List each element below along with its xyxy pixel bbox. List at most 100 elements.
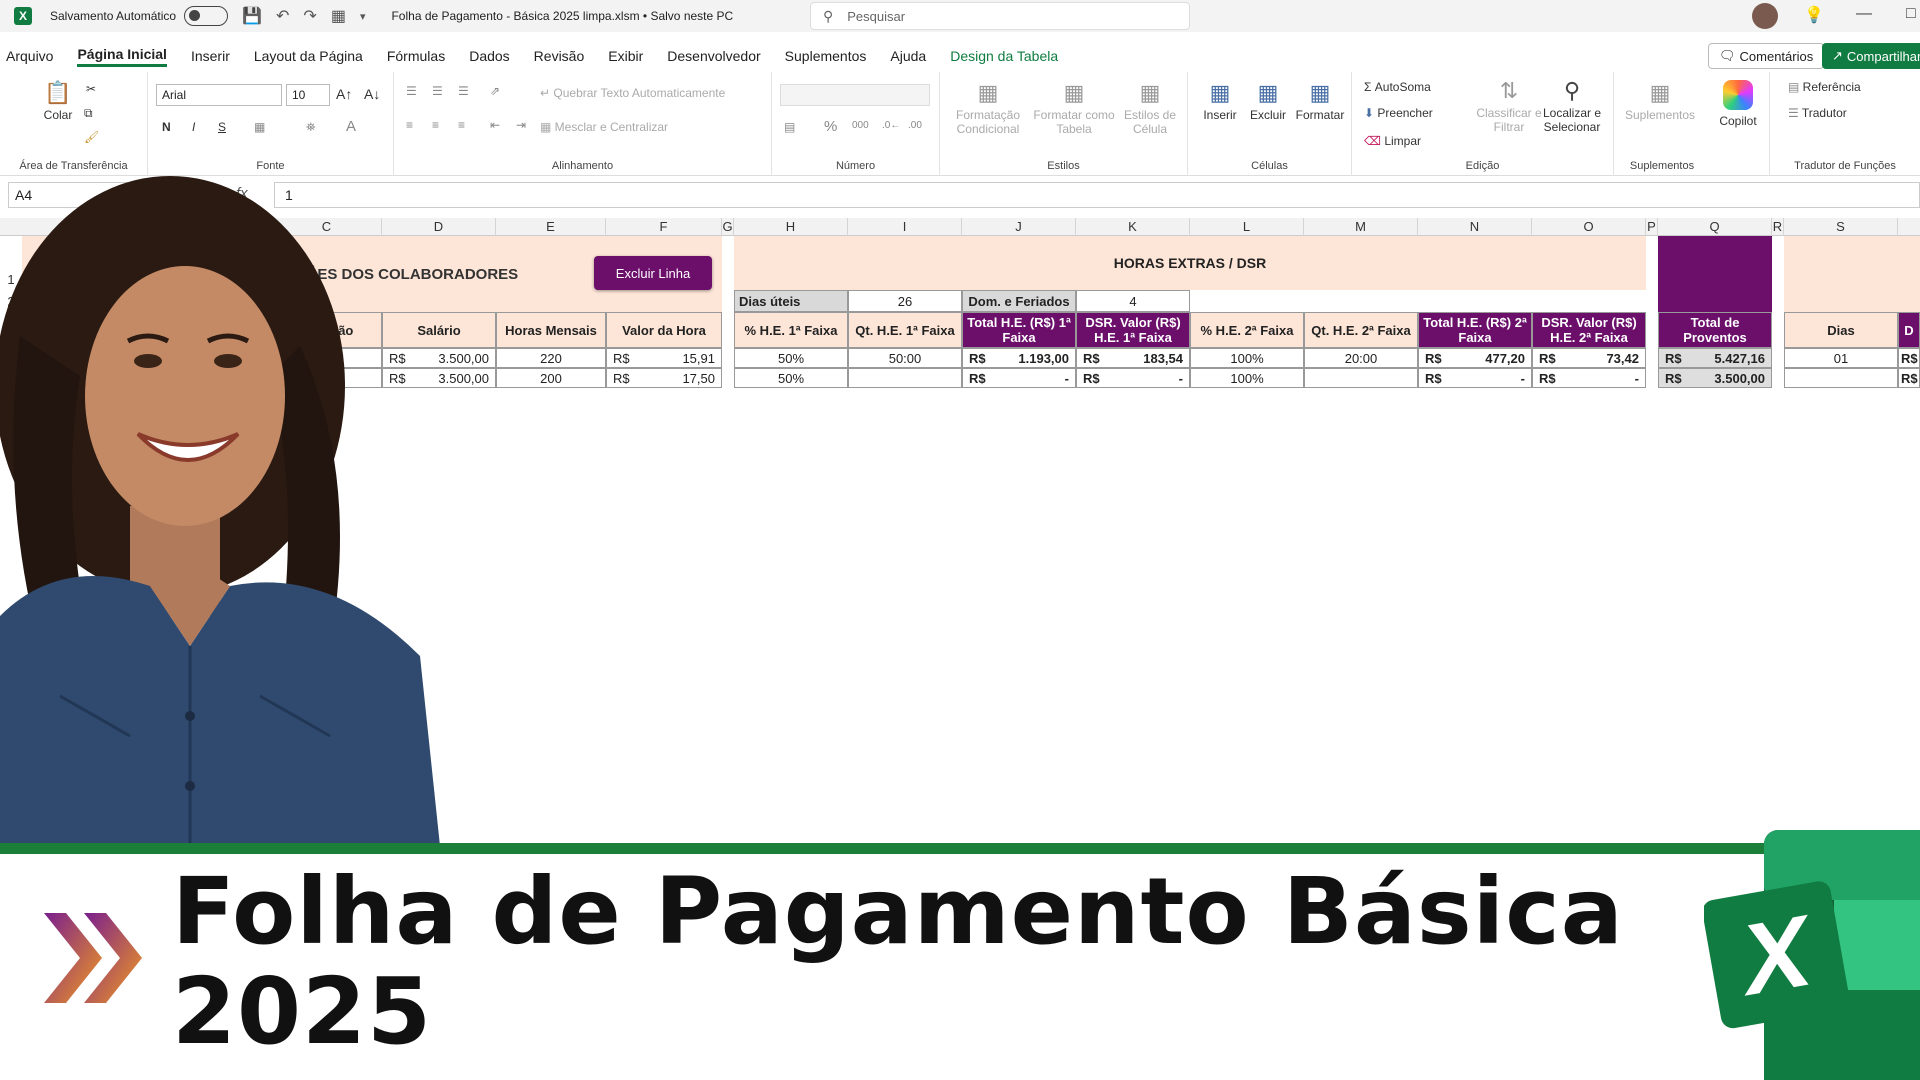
dom-feriados-value[interactable]: 4 (1076, 290, 1190, 312)
cell-he1-pct[interactable]: 50% (734, 368, 848, 388)
wrap-text-button[interactable]: ↵ Quebrar Texto Automaticamente (540, 86, 725, 100)
addins-button[interactable]: ▦ Suplementos (1622, 80, 1698, 122)
borders-icon[interactable]: ▦ (254, 120, 265, 134)
increase-decimal-icon[interactable]: .0← (882, 120, 900, 131)
fill-color-icon[interactable]: ⛯ (306, 120, 316, 135)
copy-icon[interactable]: ⧉ (84, 106, 93, 121)
merge-center-button[interactable]: ▦ Mesclar e Centralizar (540, 120, 668, 134)
column-header[interactable]: K (1076, 218, 1190, 236)
translator-button[interactable]: ☰ Tradutor (1788, 106, 1847, 120)
grow-font-icon[interactable]: A↑ (336, 86, 352, 102)
restore-icon[interactable]: □ (1906, 5, 1916, 23)
reference-button[interactable]: ▤ Referência (1788, 80, 1861, 94)
underline-button[interactable]: S (218, 120, 226, 134)
tab-formulas[interactable]: Fórmulas (387, 48, 445, 64)
tab-revisao[interactable]: Revisão (534, 48, 585, 64)
cell-he1-dsr[interactable]: R$ - (1076, 368, 1190, 388)
column-header[interactable]: F (606, 218, 722, 236)
number-format-select[interactable] (780, 84, 930, 106)
orientation-icon[interactable]: ⇗ (490, 84, 500, 98)
column-header[interactable]: H (734, 218, 848, 236)
tab-arquivo[interactable]: Arquivo (6, 48, 53, 64)
fill-button[interactable]: ⬇ Preencher (1364, 106, 1433, 120)
align-bottom-icon[interactable]: ☰ (458, 84, 469, 98)
column-header[interactable]: Q (1658, 218, 1772, 236)
cell-horas[interactable]: 220 (496, 348, 606, 368)
tab-inserir[interactable]: Inserir (191, 48, 230, 64)
column-header[interactable]: G (722, 218, 734, 236)
tab-dados[interactable]: Dados (469, 48, 509, 64)
cut-icon[interactable]: ✂ (86, 82, 96, 96)
font-name-select[interactable]: Arial (156, 84, 282, 106)
comments-button[interactable]: 🗨 Comentários (1708, 43, 1825, 69)
cell-proventos[interactable]: R$ 5.427,16 (1658, 348, 1772, 368)
undo-icon[interactable]: ↶ (276, 6, 289, 26)
column-header[interactable]: I (848, 218, 962, 236)
align-left-icon[interactable]: ≡ (406, 118, 413, 132)
font-color-icon[interactable]: A (346, 118, 356, 135)
copilot-button[interactable]: Copilot (1710, 80, 1766, 128)
dias-uteis-value[interactable]: 26 (848, 290, 962, 312)
cell-he2-pct[interactable]: 100% (1190, 368, 1304, 388)
tab-exibir[interactable]: Exibir (608, 48, 643, 64)
delete-cells-button[interactable]: ▦ Excluir (1246, 80, 1290, 122)
column-header[interactable]: O (1532, 218, 1646, 236)
cell-d-truncated[interactable]: R$ (1898, 368, 1920, 388)
form-icon[interactable]: ▦ (331, 6, 346, 26)
cell-horas[interactable]: 200 (496, 368, 606, 388)
column-header[interactable]: P (1646, 218, 1658, 236)
minimize-icon[interactable]: — (1856, 5, 1872, 23)
cell-he1-total[interactable]: R$ 1.193,00 (962, 348, 1076, 368)
cell-he2-total[interactable]: R$ - (1418, 368, 1532, 388)
comma-style-icon[interactable]: 000 (852, 120, 869, 131)
tab-desenvolvedor[interactable]: Desenvolvedor (667, 48, 760, 64)
align-right-icon[interactable]: ≡ (458, 118, 465, 132)
shrink-font-icon[interactable]: A↓ (364, 86, 380, 102)
formula-input[interactable]: 1 (274, 182, 1920, 208)
search-input[interactable]: ⚲ Pesquisar (810, 2, 1190, 30)
cell-he2-dsr[interactable]: R$ - (1532, 368, 1646, 388)
cell-valor-hora[interactable]: R$ 15,91 (606, 348, 722, 368)
conditional-formatting-button[interactable]: ▦ Formatação Condicional (948, 80, 1028, 136)
autosave-toggle[interactable] (184, 6, 229, 26)
column-header[interactable]: S (1784, 218, 1898, 236)
cell-dias[interactable] (1784, 368, 1898, 388)
percent-icon[interactable]: % (824, 118, 837, 135)
column-header[interactable]: E (496, 218, 606, 236)
cell-he2-qt[interactable]: 20:00 (1304, 348, 1418, 368)
cell-he1-pct[interactable]: 50% (734, 348, 848, 368)
cell-styles-button[interactable]: ▦ Estilos de Célula (1118, 80, 1182, 136)
format-as-table-button[interactable]: ▦ Formatar como Tabela (1032, 80, 1116, 136)
tab-ajuda[interactable]: Ajuda (890, 48, 926, 64)
increase-indent-icon[interactable]: ⇥ (516, 118, 526, 132)
tab-layout[interactable]: Layout da Página (254, 48, 363, 64)
paste-button[interactable]: 📋 Colar (38, 80, 78, 122)
cell-he1-qt[interactable] (848, 368, 962, 388)
align-top-icon[interactable]: ☰ (406, 84, 417, 98)
cell-d-truncated[interactable]: R$ (1898, 348, 1920, 368)
delete-row-button[interactable]: Excluir Linha (594, 256, 712, 290)
cell-he1-total[interactable]: R$ - (962, 368, 1076, 388)
clear-button[interactable]: ⌫ Limpar (1364, 134, 1421, 148)
avatar[interactable] (1752, 3, 1778, 29)
align-center-icon[interactable]: ≡ (432, 118, 439, 132)
document-title[interactable]: Folha de Pagamento - Básica 2025 limpa.x… (391, 9, 733, 23)
column-header[interactable]: J (962, 218, 1076, 236)
cell-dias[interactable]: 01 (1784, 348, 1898, 368)
cell-he2-total[interactable]: R$ 477,20 (1418, 348, 1532, 368)
decrease-decimal-icon[interactable]: .00 (908, 120, 922, 131)
tab-suplementos[interactable]: Suplementos (785, 48, 867, 64)
column-header[interactable]: R (1772, 218, 1784, 236)
cell-he2-dsr[interactable]: R$ 73,42 (1532, 348, 1646, 368)
cell-proventos[interactable]: R$ 3.500,00 (1658, 368, 1772, 388)
redo-icon[interactable]: ↷ (303, 6, 316, 26)
format-cells-button[interactable]: ▦ Formatar (1294, 80, 1346, 122)
column-header[interactable]: M (1304, 218, 1418, 236)
tab-pagina-inicial[interactable]: Página Inicial (77, 46, 167, 67)
lightbulb-icon[interactable]: 💡 (1804, 5, 1824, 25)
decrease-indent-icon[interactable]: ⇤ (490, 118, 500, 132)
format-painter-icon[interactable]: 🖌 (84, 130, 99, 144)
column-header[interactable]: L (1190, 218, 1304, 236)
cell-he2-qt[interactable] (1304, 368, 1418, 388)
cell-he1-qt[interactable]: 50:00 (848, 348, 962, 368)
